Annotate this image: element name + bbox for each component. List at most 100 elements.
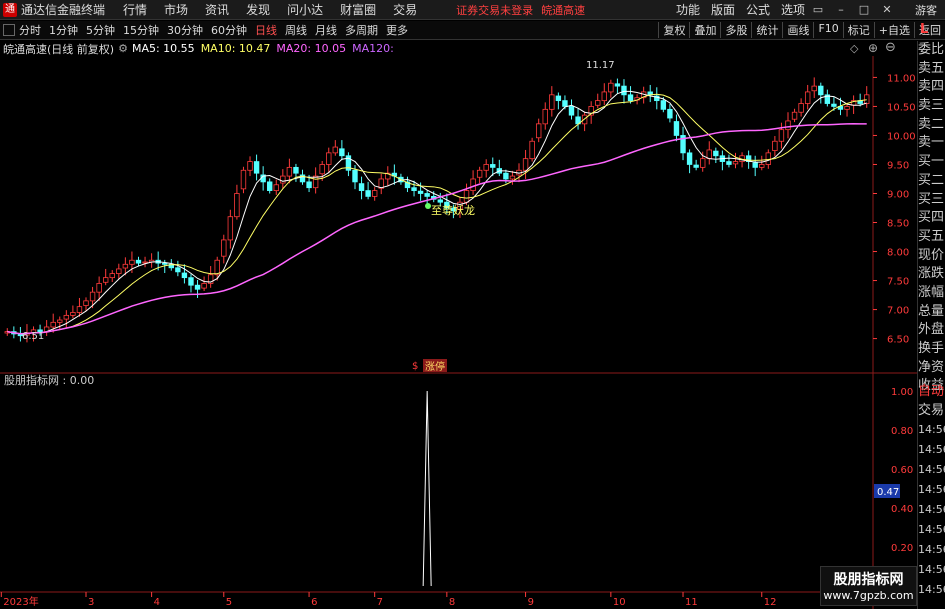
candle-body — [424, 193, 430, 197]
close-icon[interactable]: ✕ — [877, 2, 897, 18]
candle-body — [188, 277, 194, 286]
candle-body — [214, 259, 220, 276]
f10-button[interactable]: F10 — [813, 22, 842, 38]
candle-body — [221, 239, 227, 257]
menu-item-market[interactable]: 市场 — [164, 1, 188, 18]
zoom-icon[interactable]: ⊕ — [868, 41, 878, 55]
overlay-button[interactable]: 叠加 — [689, 22, 720, 38]
period-5min[interactable]: 5分钟 — [86, 22, 115, 38]
indicator-axis-label: 0.20 — [891, 543, 913, 554]
candle-body — [135, 259, 142, 264]
candle-body — [562, 100, 568, 107]
side-panel-label: 换手 — [918, 341, 945, 356]
period-daily[interactable]: 日线 — [255, 22, 277, 38]
date-axis: 2023年 3 4 5 6 7 8 9 10 11 12 — [0, 592, 776, 608]
ma20-value: MA20: 10.05 — [276, 42, 347, 55]
side-panel-label: 卖二 — [918, 116, 945, 132]
candle-body — [765, 152, 772, 165]
price-label: 6.50 — [887, 335, 909, 346]
period-tick[interactable]: 分时 — [19, 22, 41, 38]
menu-formula[interactable]: 公式 — [746, 1, 770, 18]
diamond-icon[interactable]: ◇ — [850, 42, 858, 55]
adjust-button[interactable]: 复权 — [658, 22, 689, 38]
menu-item-quotes[interactable]: 行情 — [123, 1, 147, 18]
menu-function[interactable]: 功能 — [676, 1, 700, 18]
collapse-icon[interactable]: ⊖ — [885, 40, 896, 55]
candle-body — [667, 108, 673, 119]
candle-body — [122, 263, 129, 269]
candle-body — [306, 181, 312, 189]
candle-body — [732, 161, 739, 165]
candle-body — [470, 178, 476, 191]
indicator-axis-label: 0.60 — [891, 465, 913, 476]
candle-body — [503, 172, 509, 180]
candle-body — [700, 158, 706, 168]
date-label: 6 — [311, 597, 317, 608]
side-panel-label: 卖三 — [918, 98, 945, 114]
tick-time: 14:56 — [918, 563, 945, 577]
maximize-icon[interactable]: □ — [854, 2, 874, 18]
menu-item-discover[interactable]: 发现 — [246, 1, 270, 18]
candle-body — [109, 273, 115, 279]
candle-body — [129, 259, 135, 265]
period-30min[interactable]: 30分钟 — [167, 22, 203, 38]
settings-icon[interactable]: ⚙ — [118, 42, 128, 55]
candle-body — [785, 120, 791, 131]
date-label: 10 — [613, 597, 626, 608]
candle-body — [542, 108, 548, 125]
menu-options[interactable]: 选项 — [781, 1, 805, 18]
period-1min[interactable]: 1分钟 — [49, 22, 78, 38]
candle-body — [365, 190, 371, 197]
period-60min[interactable]: 60分钟 — [211, 22, 247, 38]
price-axis: 11.00 10.50 10.00 9.50 9.00 8.50 8.00 7.50 7.00 6… — [873, 73, 916, 346]
auto-toggle[interactable]: 自动 — [918, 383, 945, 402]
watermark-url: www.7gpzb.com — [823, 589, 914, 602]
menu-layout[interactable]: 版面 — [711, 1, 735, 18]
period-weekly[interactable]: 周线 — [285, 22, 307, 38]
multi-stock-button[interactable]: 多股 — [720, 22, 751, 38]
side-badge[interactable]: L — [920, 22, 944, 40]
candle-body — [706, 149, 712, 160]
ma120-value: MA120: — [352, 42, 394, 55]
menu-item-news[interactable]: 资讯 — [205, 1, 229, 18]
stats-button[interactable]: 统计 — [751, 22, 782, 38]
trade-label[interactable]: 交易 — [918, 402, 945, 421]
minimize-icon[interactable]: – — [831, 2, 851, 18]
menu-item-trade[interactable]: 交易 — [393, 1, 417, 18]
candle-body — [201, 283, 207, 289]
side-panel-label: 买五 — [918, 228, 945, 244]
candle-body — [673, 121, 680, 136]
candle-body — [339, 148, 345, 157]
mark-button[interactable]: 标记 — [842, 22, 874, 38]
layout-toggle-icon[interactable] — [3, 24, 15, 36]
tick-time: 14:56 — [918, 543, 945, 557]
side-panel-label: 总量 — [918, 303, 945, 319]
candle-body — [529, 140, 535, 160]
window-icon[interactable]: ▭ — [808, 2, 828, 18]
menu-item-wealth[interactable]: 财富圈 — [340, 1, 376, 18]
low-annotation: 6.51 — [22, 331, 44, 342]
side-panel-label: 卖五 — [918, 60, 945, 76]
period-15min[interactable]: 15分钟 — [123, 22, 159, 38]
side-panel-label: 委比 — [918, 42, 945, 57]
period-more[interactable]: 更多 — [386, 22, 408, 38]
add-watchlist-button[interactable]: +自选 — [873, 22, 914, 38]
date-label: 11 — [685, 597, 698, 608]
candle-body — [693, 164, 699, 168]
high-annotation: 11.17 — [586, 60, 615, 71]
draw-line-button[interactable]: 画线 — [782, 22, 813, 38]
limit-up-marker-icon: $ — [412, 361, 418, 372]
candle-body — [726, 161, 732, 165]
period-multi[interactable]: 多周期 — [345, 22, 378, 38]
guest-label[interactable]: 游客 — [915, 2, 937, 18]
toolbar-right: 复权 叠加 多股 统计 画线 F10 标记 +自选 返回 — [658, 22, 945, 38]
period-monthly[interactable]: 月线 — [315, 22, 337, 38]
menu-item-ask[interactable]: 问小达 — [287, 1, 323, 18]
trade-login-notice[interactable]: 证券交易未登录 — [456, 2, 533, 18]
signal-annotation: 至尊妖龙 — [431, 203, 475, 217]
side-panel-label: 买四 — [918, 210, 945, 226]
side-panel-label: 买一 — [918, 154, 945, 170]
kline-chart[interactable]: 11.00 10.50 10.00 9.50 9.00 8.50 8.00 7.50 7.00 6… — [0, 56, 917, 609]
price-label: 10.00 — [887, 131, 916, 142]
order-book-labels: 委比 卖五 卖四 卖三 卖二 卖一 买一 买二 买三 买四 买五 现价 涨跌 涨幅 总量 外盘 换手 净资 收益 — [918, 41, 945, 396]
